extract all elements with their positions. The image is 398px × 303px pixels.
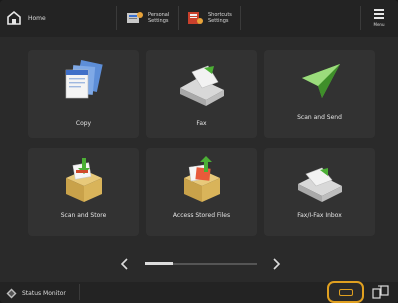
- copy-tile[interactable]: Copy: [28, 50, 139, 138]
- scan-and-store-label: Scan and Store: [60, 212, 107, 219]
- fax-icon: [180, 65, 224, 106]
- scan-and-send-label: Scan and Send: [297, 114, 342, 121]
- chevron-left-icon[interactable]: [119, 257, 131, 271]
- access-stored-files-label: Access Stored Files: [172, 212, 231, 219]
- bottom-divider: [79, 284, 80, 300]
- scan-and-send-tile[interactable]: Scan and Send: [264, 50, 375, 138]
- fax-tile[interactable]: Fax: [146, 50, 257, 138]
- menu-label: Menu: [373, 22, 385, 27]
- scan-and-store-tile[interactable]: Scan and Store: [28, 148, 139, 236]
- page-indicator-thumb: [145, 262, 173, 265]
- home-icon: [7, 10, 21, 25]
- copy-icon: [65, 60, 103, 99]
- top-bar: Home Personal Settings Shortcuts Setting…: [0, 0, 398, 37]
- fax-inbox-icon: [298, 167, 342, 202]
- stop-button[interactable]: [327, 281, 364, 303]
- stop-icon: [338, 288, 353, 296]
- top-divider: [360, 6, 361, 30]
- top-divider: [178, 6, 179, 30]
- status-monitor-button[interactable]: Status Monitor: [6, 286, 66, 300]
- scan-and-store-icon: [66, 158, 102, 202]
- top-divider: [116, 6, 117, 30]
- fax-inbox-label: Fax/I-Fax Inbox: [297, 212, 342, 219]
- access-stored-files-tile[interactable]: Access Stored Files: [146, 148, 257, 236]
- personal-settings-button[interactable]: Personal Settings: [126, 6, 178, 30]
- status-monitor-label: Status Monitor: [22, 289, 66, 297]
- status-monitor-icon: [6, 288, 17, 298]
- shortcuts-settings-button[interactable]: Shortcuts Settings: [186, 6, 238, 30]
- top-divider: [240, 6, 241, 30]
- menu-icon: [374, 9, 384, 19]
- home-label: Home: [28, 14, 46, 22]
- scan-and-send-icon: [302, 64, 340, 98]
- shortcuts-settings-label: Shortcuts Settings: [208, 12, 232, 24]
- fax-label: Fax: [196, 120, 207, 127]
- shortcuts-settings-icon: [188, 12, 203, 24]
- printer-home-screen: Home Personal Settings Shortcuts Setting…: [0, 0, 398, 303]
- menu-button[interactable]: Menu: [366, 5, 392, 33]
- fax-inbox-tile[interactable]: Fax/I-Fax Inbox: [264, 148, 375, 236]
- home-button[interactable]: Home: [6, 6, 110, 30]
- copy-label: Copy: [75, 120, 92, 127]
- personal-settings-icon: [127, 12, 143, 23]
- swap-icon[interactable]: [372, 284, 390, 300]
- access-stored-files-icon: [184, 156, 220, 202]
- personal-settings-label: Personal Settings: [148, 12, 170, 24]
- chevron-right-icon[interactable]: [270, 257, 282, 271]
